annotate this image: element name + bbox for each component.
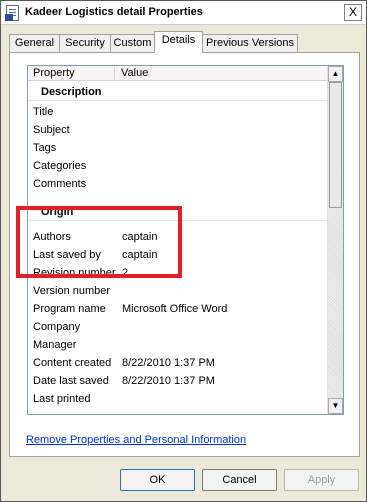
property-row[interactable]: Categories — [28, 157, 328, 175]
property-row[interactable]: Company — [28, 318, 328, 336]
details-panel: Property Value Description Title Subject Ta… — [9, 52, 360, 457]
property-row[interactable]: Title — [28, 103, 328, 121]
ok-button[interactable]: OK — [120, 469, 195, 491]
property-row[interactable]: Subject — [28, 121, 328, 139]
title-bar: Kadeer Logistics detail Properties X — [1, 1, 366, 25]
property-name: Comments — [33, 178, 87, 190]
property-name: Origin — [41, 206, 74, 218]
property-name: Version number — [33, 285, 111, 297]
tab-custom[interactable]: Custom — [110, 34, 155, 52]
property-name: Categories — [33, 160, 87, 172]
close-button[interactable]: X — [344, 4, 362, 21]
tab-security[interactable]: Security — [59, 34, 111, 52]
property-name: Program name — [33, 303, 106, 315]
property-row[interactable]: Last saved by captain — [28, 246, 328, 264]
tab-previous-versions[interactable]: Previous Versions — [202, 34, 298, 52]
property-name: Revision number — [33, 267, 116, 279]
tab-details[interactable]: Details — [154, 31, 203, 53]
property-value[interactable]: 8/22/2010 1:37 PM — [122, 357, 215, 369]
vertical-scrollbar[interactable]: ▲ ▼ — [327, 66, 343, 414]
property-name: Tags — [33, 142, 57, 154]
dialog-buttons: OK Cancel Apply — [1, 463, 366, 499]
property-name: Last printed — [33, 393, 91, 405]
property-name: Title — [33, 106, 54, 118]
scroll-up-arrow-icon[interactable]: ▲ — [328, 66, 343, 82]
property-value[interactable]: captain — [122, 249, 157, 261]
grid-header: Property Value — [28, 66, 328, 81]
section-header: Description — [28, 83, 328, 101]
property-name: Description — [41, 86, 102, 98]
window-title: Kadeer Logistics detail Properties — [25, 6, 203, 18]
property-value[interactable]: 8/22/2010 1:37 PM — [122, 375, 215, 387]
property-value[interactable]: captain — [122, 231, 157, 243]
property-row[interactable]: Revision number 2 — [28, 264, 328, 282]
scroll-down-arrow-icon[interactable]: ▼ — [328, 398, 343, 414]
property-name: Last saved by — [33, 249, 101, 261]
property-value[interactable]: Microsoft Office Word — [122, 303, 227, 315]
property-name: Authors — [33, 231, 71, 243]
property-row[interactable]: Content created 8/22/2010 1:37 PM — [28, 354, 328, 372]
property-row[interactable]: Tags — [28, 139, 328, 157]
apply-button[interactable]: Apply — [284, 469, 359, 491]
property-row[interactable]: Authors captain — [28, 228, 328, 246]
document-icon — [5, 5, 19, 21]
property-name: Manager — [33, 339, 77, 351]
column-header-value[interactable]: Value — [116, 67, 326, 81]
property-row[interactable]: Manager — [28, 336, 328, 354]
property-row[interactable]: Last printed — [28, 390, 328, 408]
property-name: Content created — [33, 357, 112, 369]
column-header-property[interactable]: Property — [28, 67, 115, 81]
scrollbar-thumb[interactable] — [329, 82, 342, 208]
property-row[interactable]: Date last saved 8/22/2010 1:37 PM — [28, 372, 328, 390]
property-row[interactable]: Comments — [28, 175, 328, 193]
cancel-button[interactable]: Cancel — [202, 469, 277, 491]
property-name: Company — [33, 321, 81, 333]
property-name: Date last saved — [33, 375, 109, 387]
property-row[interactable]: Program name Microsoft Office Word — [28, 300, 328, 318]
property-name: Subject — [33, 124, 70, 136]
section-header: Origin — [28, 203, 328, 221]
property-grid: Property Value Description Title Subject Ta… — [27, 65, 344, 415]
tab-general[interactable]: General — [9, 34, 60, 52]
properties-dialog: Kadeer Logistics detail Properties X Gen… — [0, 0, 367, 502]
property-value[interactable]: 2 — [122, 267, 128, 279]
property-row[interactable]: Version number — [28, 282, 328, 300]
remove-properties-link[interactable]: Remove Properties and Personal Informati… — [26, 434, 246, 446]
